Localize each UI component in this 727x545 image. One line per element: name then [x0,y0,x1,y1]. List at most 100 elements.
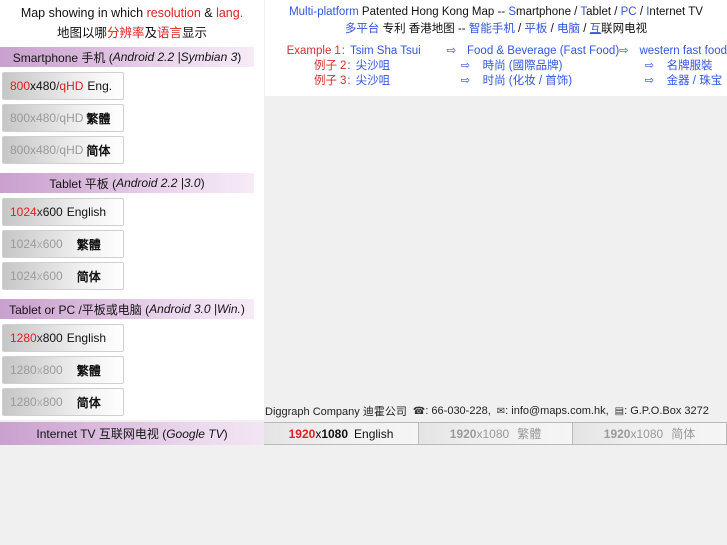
headline-en-c: S [508,6,516,18]
res-lang: 简体 [76,395,101,410]
group-header-tablet-end: ) [200,176,205,190]
res-qhd: 800 [42,331,63,345]
example-colon: : [341,45,345,57]
group-header-internet-tv-end: ) [223,426,228,441]
example-colon: : [347,75,351,87]
res-qhd: qHD [59,79,84,93]
group-header-tablet: Tablet 平板 (Android 2.2 |3.0) [0,173,254,193]
res-num: 800 [10,111,31,125]
res-lang: English [66,331,107,345]
res-lang: 繁體 [86,111,111,126]
res-num: 1024 [10,205,37,219]
arrow-right-icon: ⇨ [619,45,629,57]
res-qhd: 600 [42,269,63,283]
arrow-right-icon: ⇨ [460,75,471,87]
title-cn-lang: 语言 [157,26,183,40]
title-cn-resolution: 分辨率 [106,26,145,40]
group-header-smartphone-main: Smartphone 手机 ( [12,50,113,65]
page-root: Map showing in which resolution & lang. … [0,0,727,545]
resolution-button-1280x800-traditional[interactable]: 1280 x 800 繁體 [2,356,124,384]
resolution-button-1024x600-english[interactable]: 1024 x 600 English [2,198,124,226]
title-en-lang: lang. [216,6,244,20]
resolution-button-800x480-english[interactable]: 800 x480 / qHD Eng. [2,72,124,100]
group-header-tablet-or-pc-end: ) [240,302,245,316]
example-result: western fast food [639,45,727,57]
headline-cn-f: / [547,23,558,35]
res-num: 1024 [10,237,37,251]
headline-en-j: nternet TV [649,6,703,18]
res-num: 1024 [10,269,37,283]
resolution-button-1280x800-english[interactable]: 1280 x 800 English [2,324,124,352]
title-en-pre: Map showing in which [20,6,147,20]
resolution-button-1920x1080-english[interactable]: 1920 x 1080 English [264,422,419,445]
page-title: Map showing in which resolution & lang. … [0,0,264,44]
phone-number: : 66-030-228, [425,405,491,417]
headline-en-g: PC [620,6,637,18]
res-num: 1920 [449,426,477,441]
example-label: 例子 [314,75,337,87]
res-lang: 简体 [86,143,111,158]
resolution-button-1024x600-traditional[interactable]: 1024 x 600 繁體 [2,230,124,258]
headline-chinese: 多平台 专利 香港地图 -- 智能手机 / 平板 / 电脑 / 互联网电视 [265,21,727,38]
title-en-amp: & [200,6,217,20]
group-header-tablet-or-pc: Tablet or PC /平板或电脑 (Android 3.0 |Win.) [0,299,254,319]
example-place: 尖沙咀 [355,60,391,72]
headline-en-f: ablet / [586,6,621,18]
res-qhd: 800 [42,395,63,409]
po-box: : G.P.O.Box 3272 [624,405,709,417]
res-num: 1280 [10,331,37,345]
headline-cn-h: / [580,23,590,35]
res-qhd: qHD [59,143,84,157]
arrow-right-icon: ⇨ [644,60,655,72]
res-num: 1920 [288,426,316,441]
res-qhd: 800 [42,363,63,377]
title-cn-post: 显示 [182,26,208,40]
internet-tv-row: Internet TV 互联网电视 (Google TV) 1920 x 108… [0,422,727,445]
resolution-button-1280x800-simplified[interactable]: 1280 x 800 简体 [2,388,124,416]
example-row: Example 1: Tsim Sha Tsui ⇨ Food & Beverage (… [265,44,727,59]
arrow-right-icon: ⇨ [644,75,655,87]
headline-cn-d: / [514,23,525,35]
headline-english: Multi-platform Patented Hong Kong Map --… [265,4,727,21]
headline-block: Multi-platform Patented Hong Kong Map --… [265,0,727,38]
example-label: Example [286,45,332,57]
example-number: 2 [340,60,347,72]
example-row: 例子 3: 尖沙咀 ⇨ 时尚 (化妆 / 首饰) ⇨ 金器 / 珠宝 [265,74,727,89]
res-val: 1080 [636,426,664,441]
headline-cn-j: 联网电视 [601,23,648,35]
group-header-internet-tv-os: Google TV [166,426,224,441]
res-lang: 繁體 [517,427,542,441]
example-result: 金器 / 珠宝 [666,75,723,87]
example-category: Food & Beverage (Fast Food) [467,45,620,57]
group-header-tablet-os: Android 2.2 |3.0 [116,176,201,190]
resolution-button-800x480-traditional[interactable]: 800 x480 / qHD 繁體 [2,104,124,132]
res-lang: English [66,205,107,219]
example-number: 3 [340,75,347,87]
resolution-selector-panel: Map showing in which resolution & lang. … [0,0,264,420]
res-qhd: 600 [42,237,63,251]
headline-cn-a: 多平台 [344,23,380,35]
headline-en-h: / [636,6,647,18]
group-header-tablet-or-pc-main: Tablet or PC /平板或电脑 ( [9,302,150,317]
email-address: : info@maps.com.hk, [505,405,609,417]
contact-footer: Diggraph Company 迪霍公司 ☎: 66-030-228, ✉: … [265,402,727,420]
group-header-smartphone-end: ) [237,50,242,64]
info-panel: Multi-platform Patented Hong Kong Map --… [265,0,727,96]
res-qhd: qHD [59,111,84,125]
resolution-button-1920x1080-simplified[interactable]: 1920 x 1080 简体 [573,422,727,445]
res-num: 1280 [10,395,37,409]
res-num: 800 [10,143,31,157]
headline-cn-c: 智能手机 [468,23,515,35]
group-header-internet-tv: Internet TV 互联网电视 (Google TV) [0,422,264,445]
title-en-resolution: resolution [146,6,201,20]
example-category: 時尚 (國際品牌) [482,60,563,72]
resolution-button-800x480-simplified[interactable]: 800 x480 / qHD 简体 [2,136,124,164]
example-label: 例子 [314,60,337,72]
resolution-button-1024x600-simplified[interactable]: 1024 x 600 简体 [2,262,124,290]
phone-icon: ☎ [412,405,426,417]
res-lang: 简体 [671,427,696,441]
group-header-tablet-main: Tablet 平板 ( [49,176,117,191]
resolution-button-1920x1080-traditional[interactable]: 1920 x 1080 繁體 [419,422,573,445]
page-title-line-en: Map showing in which resolution & lang. [0,3,264,23]
examples-list: Example 1: Tsim Sha Tsui ⇨ Food & Beverage (… [265,44,727,89]
